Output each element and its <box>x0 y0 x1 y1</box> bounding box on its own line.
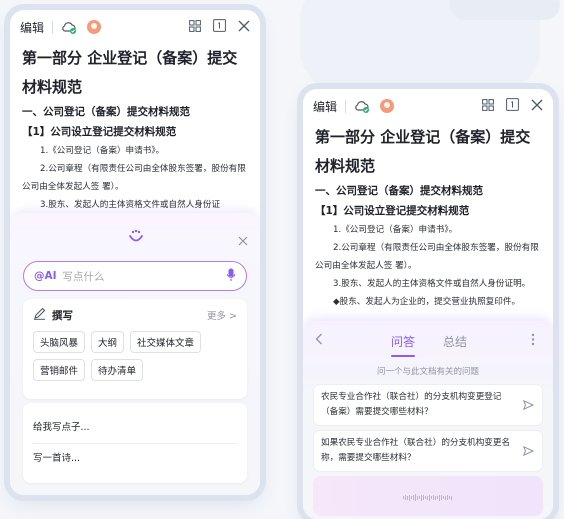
paragraph: 3.股东、发起人的主体资格文件或自然人身份证 <box>40 200 221 210</box>
edit-button[interactable]: 编辑 <box>20 19 44 36</box>
paragraph: 1.《公司登记（备案）申请书》。 <box>40 146 165 156</box>
suggestion-item[interactable]: 写一首诗... <box>23 444 247 474</box>
tab-qa[interactable]: 问答 <box>391 333 415 350</box>
suggested-question[interactable]: 如果农民专业合作社（联合社）的分支机构变更名称，需要提交哪些材料？ <box>313 430 543 472</box>
ai-assistant-icon <box>128 229 144 248</box>
tab-summary[interactable]: 总结 <box>443 333 467 350</box>
toolbar: 编辑 <box>303 89 553 123</box>
more-options-icon[interactable] <box>531 333 535 349</box>
paragraph: 1.《公司登记（备案）申请书》。 <box>333 225 458 235</box>
section-heading: 一、公司登记（备案）提交材料规范 <box>315 185 483 197</box>
chip-outline[interactable]: 大纲 <box>91 331 125 353</box>
suggestion-card: 给我写点子... 写一首诗... <box>23 403 247 483</box>
phone-left: 编辑 第一部分 企业登记（备案）提交材料规范 一、公司登记（备案）提交材料规范 … <box>10 10 260 495</box>
paragraph: ◆股东、发起人为企业的，提交营业执照复印件。 <box>333 297 521 307</box>
back-icon[interactable] <box>315 333 323 348</box>
avatar[interactable] <box>87 20 102 34</box>
tab-indicator <box>391 355 415 357</box>
section-heading: 一、公司登记（备案）提交材料规范 <box>22 106 190 118</box>
tab-bar: 问答 总结 <box>303 321 553 357</box>
pen-icon <box>33 307 46 323</box>
document-body: 第一部分 企业登记（备案）提交材料规范 一、公司登记（备案）提交材料规范 【1】… <box>10 44 260 214</box>
document-title: 第一部分 企业登记（备案）提交材料规范 <box>22 49 238 96</box>
chip-list: 头脑风暴 大纲 社交媒体文章 营销邮件 待办清单 <box>23 331 247 381</box>
background-shape <box>450 0 560 20</box>
question-text: 如果农民专业合作社（联合社）的分支机构变更名称，需要提交哪些材料？ <box>321 438 511 463</box>
microphone-icon[interactable] <box>226 268 236 285</box>
toolbar-divider <box>345 99 347 113</box>
paragraph: 3.股东、发起人的主体资格文件或自然人身份证明。 <box>333 279 531 289</box>
write-card: 撰写 更多 > 头脑风暴 大纲 社交媒体文章 营销邮件 待办清单 <box>23 299 247 399</box>
ai-assistant-panel: 问答 总结 问一个与此文档有关的问题 农民专业合作社（联合社）的分支机构变更登记… <box>303 321 553 519</box>
paragraph: 2.公司章程（有限责任公司由全体股东签署，股份有限公司由全体发起人签 署）。 <box>22 164 246 192</box>
suggested-question[interactable]: 农民专业合作社（联合社）的分支机构变更登记（备案）需要提交哪些材料？ <box>313 384 543 426</box>
window-icon[interactable] <box>213 19 226 35</box>
chip-todo-list[interactable]: 待办清单 <box>91 359 144 381</box>
toolbar: 编辑 <box>10 10 260 44</box>
suggestion-item[interactable]: 给我写点子... <box>23 413 247 443</box>
close-icon[interactable] <box>238 231 248 250</box>
voice-input-bar[interactable] <box>313 476 543 516</box>
close-icon[interactable] <box>238 20 250 35</box>
close-icon[interactable] <box>531 99 543 114</box>
send-icon[interactable] <box>522 399 535 416</box>
subsection-heading: 【1】公司设立登记提交材料规范 <box>22 126 177 138</box>
grid-icon[interactable] <box>482 98 494 114</box>
phone-right: 编辑 第一部分 企业登记（备案）提交材料规范 一、公司登记（备案）提交材料规范 … <box>303 89 553 519</box>
more-link[interactable]: 更多 > <box>207 308 237 322</box>
chip-brainstorm[interactable]: 头脑风暴 <box>33 331 86 353</box>
send-icon[interactable] <box>522 445 535 462</box>
ai-assistant-panel: @AI 写点什么 撰写 更多 > 头脑风暴 大纲 社交媒体文章 营销邮件 待办清… <box>10 213 260 495</box>
document-body: 第一部分 企业登记（备案）提交材料规范 一、公司登记（备案）提交材料规范 【1】… <box>303 123 553 311</box>
ai-tag: @AI <box>34 270 57 282</box>
toolbar-divider <box>52 20 54 34</box>
cloud-sync-icon[interactable] <box>354 100 370 113</box>
waveform-icon <box>403 494 452 501</box>
chip-social-post[interactable]: 社交媒体文章 <box>130 331 202 353</box>
window-icon[interactable] <box>506 98 519 114</box>
cloud-sync-icon[interactable] <box>61 21 77 34</box>
paragraph: 2.公司章程（有限责任公司由全体股东签署，股份有限公司由全体发起人签 署）。 <box>315 243 539 271</box>
avatar[interactable] <box>380 99 395 113</box>
write-title: 撰写 <box>52 309 73 322</box>
grid-icon[interactable] <box>189 19 201 35</box>
question-text: 农民专业合作社（联合社）的分支机构变更登记（备案）需要提交哪些材料？ <box>321 392 502 417</box>
subsection-heading: 【1】公司设立登记提交材料规范 <box>315 205 470 217</box>
chip-marketing-email[interactable]: 营销邮件 <box>33 359 86 381</box>
ai-input-placeholder: 写点什么 <box>62 270 105 283</box>
edit-button[interactable]: 编辑 <box>313 98 337 115</box>
document-title: 第一部分 企业登记（备案）提交材料规范 <box>315 128 531 175</box>
ai-prompt-input[interactable]: @AI 写点什么 <box>23 261 247 291</box>
qa-hint: 问一个与此文档有关的问题 <box>376 367 479 377</box>
